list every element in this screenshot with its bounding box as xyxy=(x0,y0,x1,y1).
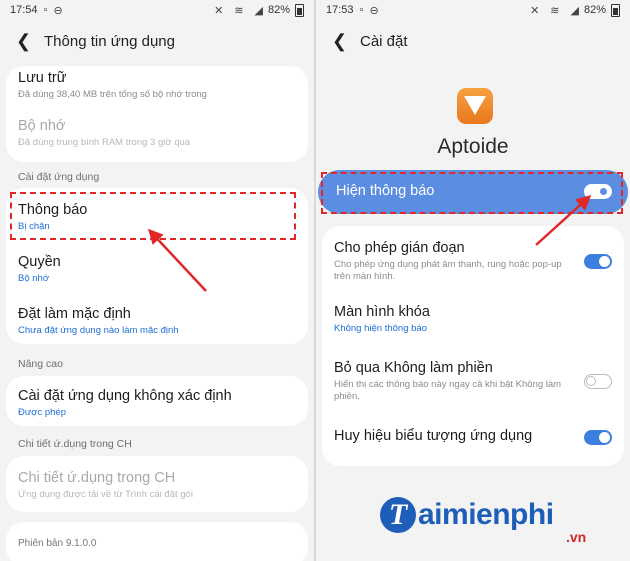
watermark-initial: T xyxy=(380,497,416,533)
watermark-domain: .vn xyxy=(566,529,587,545)
watermark-brand: aimienphi xyxy=(418,498,554,531)
arrow-to-notifications xyxy=(147,228,207,292)
arrow-to-toggle xyxy=(535,194,592,246)
watermark-logo: T aimienphi .vn xyxy=(380,497,586,545)
annotation-arrows xyxy=(147,194,592,292)
